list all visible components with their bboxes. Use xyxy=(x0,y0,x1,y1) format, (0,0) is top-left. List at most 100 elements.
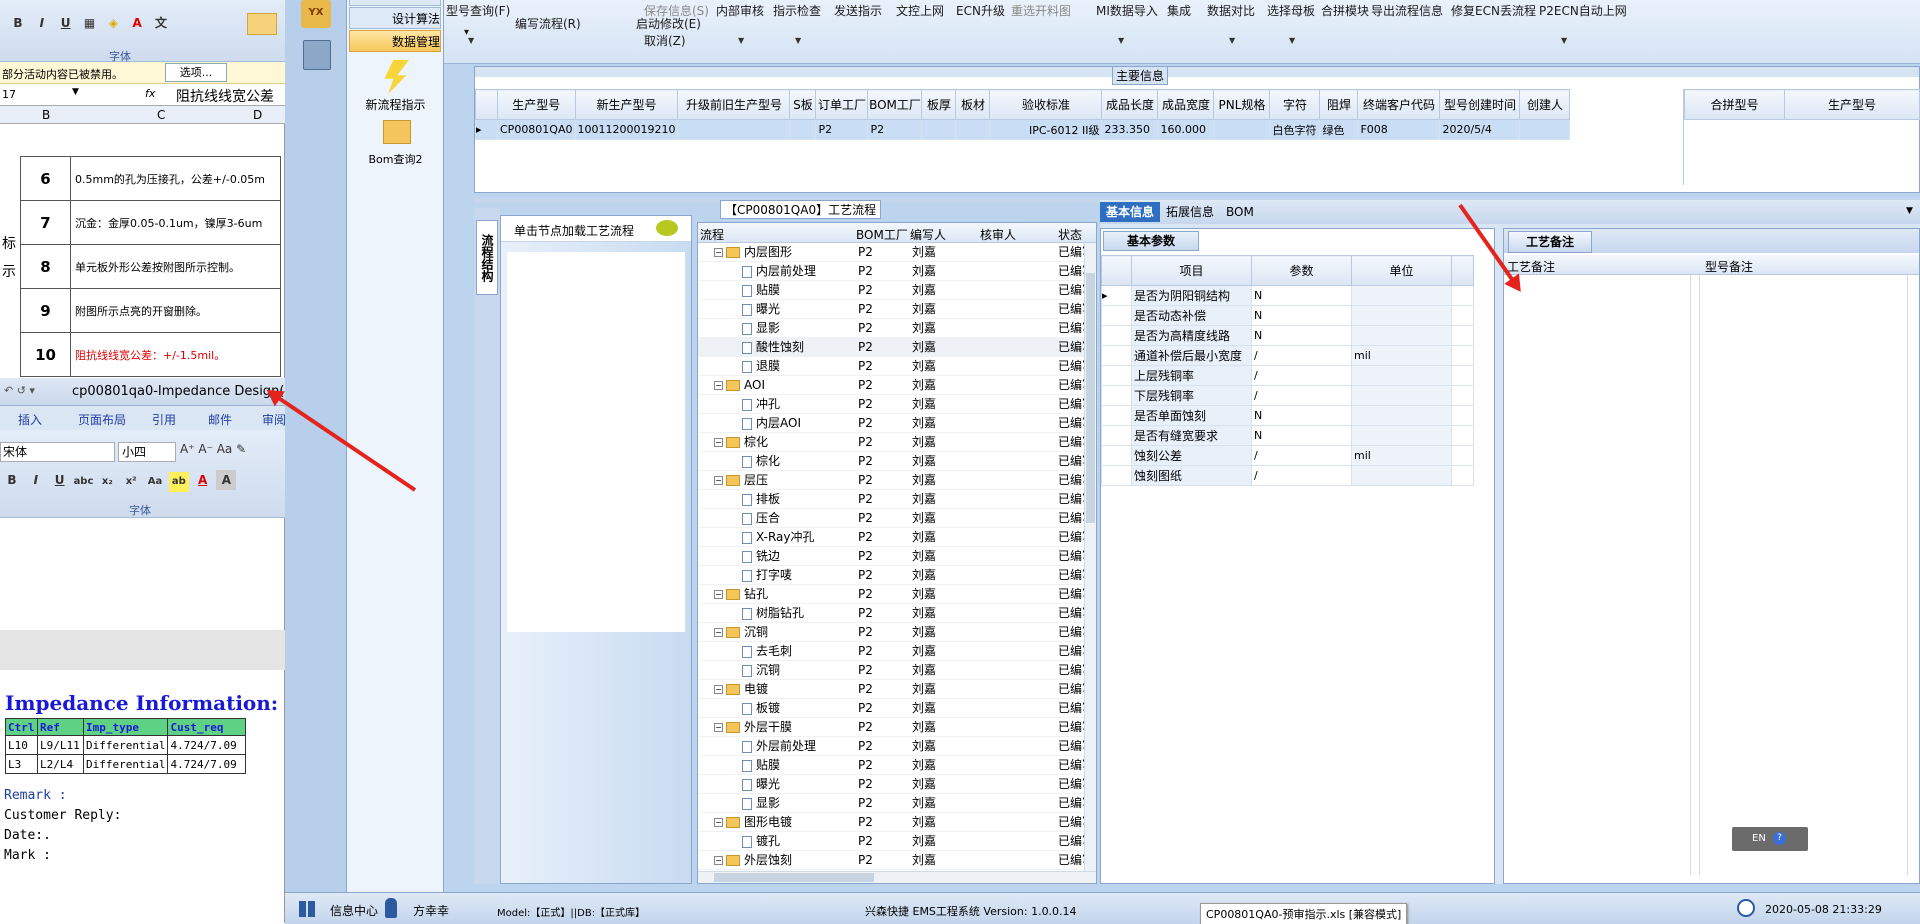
superscript-icon[interactable]: x² xyxy=(121,472,141,492)
font-size-tools-icon[interactable]: A⁺ A⁻ Aa ✎ xyxy=(180,442,246,456)
impedance-cell[interactable]: 4.724/7.09 xyxy=(167,754,247,774)
impedance-cell[interactable]: Differential xyxy=(82,754,169,774)
toolbar-button[interactable]: 重选开料图 xyxy=(1011,2,1071,19)
table-cell[interactable]: 蚀刻公差 xyxy=(1131,445,1252,466)
column-header[interactable]: 终端客户代码 xyxy=(1357,89,1441,120)
flow-tree-node[interactable]: 内层前处理 P2 刘嘉 已编写 xyxy=(698,262,1084,281)
underline-icon[interactable]: U xyxy=(56,13,76,33)
column-header[interactable]: 订单工厂 xyxy=(815,89,869,120)
collapse-icon[interactable]: − xyxy=(714,856,723,865)
toolbar-button[interactable]: 修复ECN丢流程 xyxy=(1451,2,1536,19)
table-row[interactable]: 是否有缝宽要求 N xyxy=(1101,425,1474,446)
craft-notes-tab[interactable]: 工艺备注 xyxy=(1508,231,1592,253)
column-header[interactable]: PNL规格 xyxy=(1213,89,1271,120)
font-size-select[interactable]: 小四 xyxy=(118,442,176,462)
table-cell[interactable] xyxy=(1351,285,1452,306)
flow-tree-node[interactable]: − 层压 P2 刘嘉 已编写 xyxy=(698,471,1084,490)
toolbar-button[interactable]: 导出流程信息 xyxy=(1371,2,1443,19)
flow-tree-node[interactable]: 曝光 P2 刘嘉 已编写 xyxy=(698,775,1084,794)
table-cell[interactable]: N xyxy=(1251,285,1352,306)
model-notes-col[interactable]: 型号备注 xyxy=(1705,258,1753,275)
flow-tree-node[interactable]: − 沉铜 P2 刘嘉 已编写 xyxy=(698,623,1084,642)
flow-tree-node[interactable]: − 外层干膜 P2 刘嘉 已编写 xyxy=(698,718,1084,737)
strikethrough-icon[interactable]: abc xyxy=(73,472,94,492)
table-cell[interactable] xyxy=(1519,119,1571,140)
column-header[interactable]: 板材 xyxy=(955,89,991,120)
column-header[interactable]: 验收标准 xyxy=(989,89,1103,120)
subscript-icon[interactable]: x₂ xyxy=(97,472,117,492)
table-cell[interactable] xyxy=(1351,425,1452,446)
collapse-icon[interactable]: − xyxy=(714,248,723,257)
table-cell[interactable]: 是否为阴阳铜结构 xyxy=(1131,285,1252,306)
craft-notes-col[interactable]: 工艺备注 xyxy=(1507,258,1555,275)
table-cell[interactable]: 白色字符 xyxy=(1269,119,1321,140)
content-cell[interactable]: 沉金：金厚0.05-0.1um，镍厚3-6um xyxy=(70,200,281,245)
column-header[interactable]: 创建人 xyxy=(1519,89,1571,120)
impedance-cell[interactable]: 4.724/7.09 xyxy=(167,735,247,755)
flow-tree-node[interactable]: 树脂钻孔 P2 刘嘉 已编写 xyxy=(698,604,1084,623)
table-row[interactable]: 通道补偿后最小宽度 / mil xyxy=(1101,345,1474,366)
basic-tab[interactable]: 拓展信息 xyxy=(1160,202,1220,222)
calculator-icon[interactable] xyxy=(303,40,331,70)
sidebar-item-data-management[interactable]: 数据管理 xyxy=(349,30,441,52)
table-row[interactable]: ▸ CP00801QA0 10011200019210 P2 P2 IPC-6012 II… xyxy=(475,119,1571,140)
factory-icon[interactable]: YX xyxy=(301,0,331,28)
col-header-d[interactable]: D xyxy=(253,108,262,122)
flow-tree-node[interactable]: 曝光 P2 刘嘉 已编写 xyxy=(698,300,1084,319)
table-cell[interactable]: CP00801QA0 xyxy=(497,119,576,140)
impedance-cell[interactable]: L2/L4 xyxy=(37,754,84,774)
flow-tree-node[interactable]: 退膜 P2 刘嘉 已编写 xyxy=(698,357,1084,376)
table-cell[interactable]: 是否有缝宽要求 xyxy=(1131,425,1252,446)
table-cell[interactable]: 上层残铜率 xyxy=(1131,365,1252,386)
char-shading-icon[interactable]: A xyxy=(216,470,237,490)
edit-flow-button[interactable]: 编写流程(R) xyxy=(515,15,581,32)
table-cell[interactable] xyxy=(1351,365,1452,386)
bold-icon[interactable]: B xyxy=(8,13,28,33)
column-header[interactable]: 板厚 xyxy=(921,89,957,120)
impedance-cell[interactable]: L9/L11 xyxy=(37,735,84,755)
name-box-dropdown-icon[interactable]: ▼ xyxy=(72,87,79,97)
flow-column-header[interactable]: 状态 xyxy=(1058,226,1082,243)
row-number-cell[interactable]: 8 xyxy=(20,244,71,289)
basic-tab[interactable]: 基本信息 xyxy=(1100,202,1161,222)
toolbar-button[interactable]: 数据对比 xyxy=(1207,2,1255,19)
table-cell[interactable]: 是否动态补偿 xyxy=(1131,305,1252,326)
flow-tree-node[interactable]: − 钻孔 P2 刘嘉 已编写 xyxy=(698,585,1084,604)
table-cell[interactable] xyxy=(1351,405,1452,426)
flow-tree-node[interactable]: − 电镀 P2 刘嘉 已编写 xyxy=(698,680,1084,699)
flow-column-header[interactable]: 核审人 xyxy=(980,226,1016,243)
table-row[interactable]: 下层残铜率 / xyxy=(1101,385,1474,406)
ribbon-tab[interactable]: 页面布局 xyxy=(78,411,126,428)
flow-tree-node[interactable]: 内层AOI P2 刘嘉 已编写 xyxy=(698,414,1084,433)
dropdown-caret-icon[interactable]: ▼ xyxy=(1561,36,1567,45)
ribbon-tab[interactable]: 审阅 xyxy=(262,411,286,428)
table-cell[interactable]: / xyxy=(1251,345,1352,366)
table-cell[interactable]: 是否为高精度线路 xyxy=(1131,325,1252,346)
toolbar-button[interactable]: 合拼模块 xyxy=(1321,2,1369,19)
table-cell[interactable]: P2 xyxy=(815,119,869,140)
flow-tree-node[interactable]: 外层前处理 P2 刘嘉 已编写 xyxy=(698,737,1084,756)
table-cell[interactable] xyxy=(1213,119,1271,140)
column-header[interactable]: 字符 xyxy=(1269,89,1321,120)
table-cell[interactable]: / xyxy=(1251,365,1352,386)
column-header[interactable]: 生产型号 xyxy=(497,89,576,120)
collapse-icon[interactable]: − xyxy=(714,381,723,390)
table-cell[interactable]: F008 xyxy=(1357,119,1441,140)
toolbar-button[interactable]: 发送指示 xyxy=(834,2,882,19)
table-cell[interactable]: 233.350 xyxy=(1101,119,1159,140)
table-cell[interactable]: 2020/5/4 xyxy=(1439,119,1521,140)
flow-tree-node[interactable]: 沉铜 P2 刘嘉 已编写 xyxy=(698,661,1084,680)
column-header[interactable]: 型号创建时间 xyxy=(1439,89,1521,120)
info-center-button[interactable]: 信息中心 xyxy=(330,902,378,919)
table-row[interactable]: 蚀刻公差 / mil xyxy=(1101,445,1474,466)
toolbar-button[interactable]: ECN升级 xyxy=(956,2,1005,19)
toolbar-button[interactable]: 指示检查 xyxy=(773,2,821,19)
underline-icon[interactable]: U xyxy=(50,470,70,490)
toolbar-button[interactable]: 内部审核 xyxy=(716,2,764,19)
name-box[interactable]: 17 xyxy=(2,88,16,101)
table-cell[interactable]: N xyxy=(1251,325,1352,346)
table-cell[interactable] xyxy=(1351,465,1452,486)
table-row[interactable]: ▸ 是否为阴阳铜结构 N xyxy=(1101,285,1474,306)
table-cell[interactable]: mil xyxy=(1351,345,1452,366)
column-header[interactable]: 新生产型号 xyxy=(574,89,679,120)
